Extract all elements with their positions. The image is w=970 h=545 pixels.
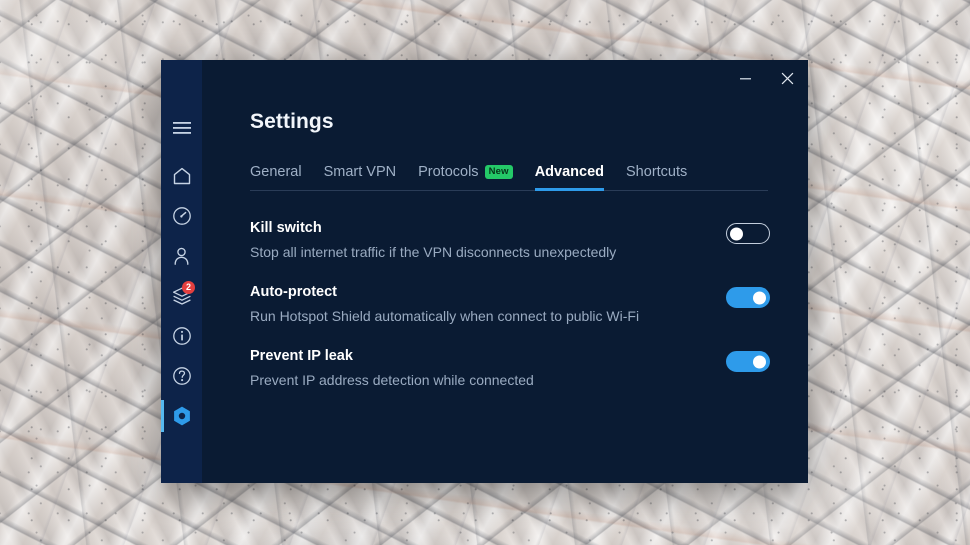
tab-protocols-new-badge: New xyxy=(484,165,513,179)
setting-row-auto-protect: Auto-protect Run Hotspot Shield automati… xyxy=(250,284,770,324)
setting-title-kill-switch: Kill switch xyxy=(250,220,322,236)
settings-window: 2 Settings General Smart VPN Protocols N… xyxy=(161,60,808,483)
sidebar-item-servers-badge: 2 xyxy=(182,281,195,294)
home-icon xyxy=(172,167,192,185)
settings-tab-bar: General Smart VPN Protocols New Advanced… xyxy=(250,156,768,191)
setting-text-kill-switch: Kill switch Stop all internet traffic if… xyxy=(250,220,617,260)
toggle-kill-switch[interactable] xyxy=(726,223,770,244)
toggle-knob xyxy=(730,227,743,240)
toggle-auto-protect[interactable] xyxy=(726,287,770,309)
tab-smart-vpn-label: Smart VPN xyxy=(323,164,397,180)
setting-text-auto-protect: Auto-protect Run Hotspot Shield automati… xyxy=(250,284,640,324)
tab-advanced[interactable]: Advanced xyxy=(534,164,605,191)
setting-text-prevent-ip-leak: Prevent IP leak Prevent IP address detec… xyxy=(250,348,534,388)
settings-main-panel: Settings General Smart VPN Protocols New… xyxy=(202,60,808,483)
tab-protocols[interactable]: Protocols New xyxy=(418,164,513,190)
person-icon xyxy=(172,246,191,266)
setting-title-auto-protect: Auto-protect xyxy=(250,284,337,301)
setting-description-kill-switch: Stop all internet traffic if the VPN dis… xyxy=(250,243,617,260)
close-button[interactable] xyxy=(766,62,808,100)
sidebar-item-help[interactable] xyxy=(161,356,202,396)
toggle-prevent-ip-leak[interactable] xyxy=(726,351,770,373)
tab-general-label: General xyxy=(250,164,302,180)
setting-description-auto-protect: Run Hotspot Shield automatically when co… xyxy=(250,307,640,324)
settings-options-list: Kill switch Stop all internet traffic if… xyxy=(250,220,770,388)
setting-row-prevent-ip-leak: Prevent IP leak Prevent IP address detec… xyxy=(250,348,770,388)
tab-general[interactable]: General xyxy=(250,164,302,190)
sidebar-item-account[interactable] xyxy=(161,236,202,276)
sidebar-item-info[interactable] xyxy=(161,316,202,356)
setting-title-prevent-ip-leak: Prevent IP leak xyxy=(250,348,353,365)
help-icon xyxy=(172,366,192,386)
setting-row-kill-switch: Kill switch Stop all internet traffic if… xyxy=(250,220,770,260)
tab-smart-vpn[interactable]: Smart VPN xyxy=(324,164,397,190)
speedometer-icon xyxy=(172,206,192,226)
tab-shortcuts[interactable]: Shortcuts xyxy=(626,164,687,190)
setting-description-prevent-ip-leak: Prevent IP address detection while conne… xyxy=(250,372,534,388)
info-icon xyxy=(172,326,192,346)
close-icon xyxy=(781,72,794,90)
tab-protocols-label: Protocols xyxy=(418,164,479,180)
toggle-knob xyxy=(753,291,766,305)
sidebar-item-servers[interactable]: 2 xyxy=(161,276,202,316)
sidebar-item-speed-test[interactable] xyxy=(161,196,202,236)
minimize-icon xyxy=(739,72,752,90)
window-titlebar xyxy=(724,60,808,102)
toggle-knob xyxy=(753,355,766,369)
hamburger-menu-icon xyxy=(172,121,191,135)
sidebar-rail: 2 xyxy=(161,60,202,483)
tab-advanced-label: Advanced xyxy=(534,164,605,180)
settings-gear-icon xyxy=(171,405,193,427)
sidebar-item-home[interactable] xyxy=(161,156,202,196)
minimize-button[interactable] xyxy=(724,62,766,100)
sidebar-item-menu[interactable] xyxy=(161,108,202,148)
tab-shortcuts-label: Shortcuts xyxy=(626,164,688,180)
sidebar-item-settings[interactable] xyxy=(161,396,202,436)
